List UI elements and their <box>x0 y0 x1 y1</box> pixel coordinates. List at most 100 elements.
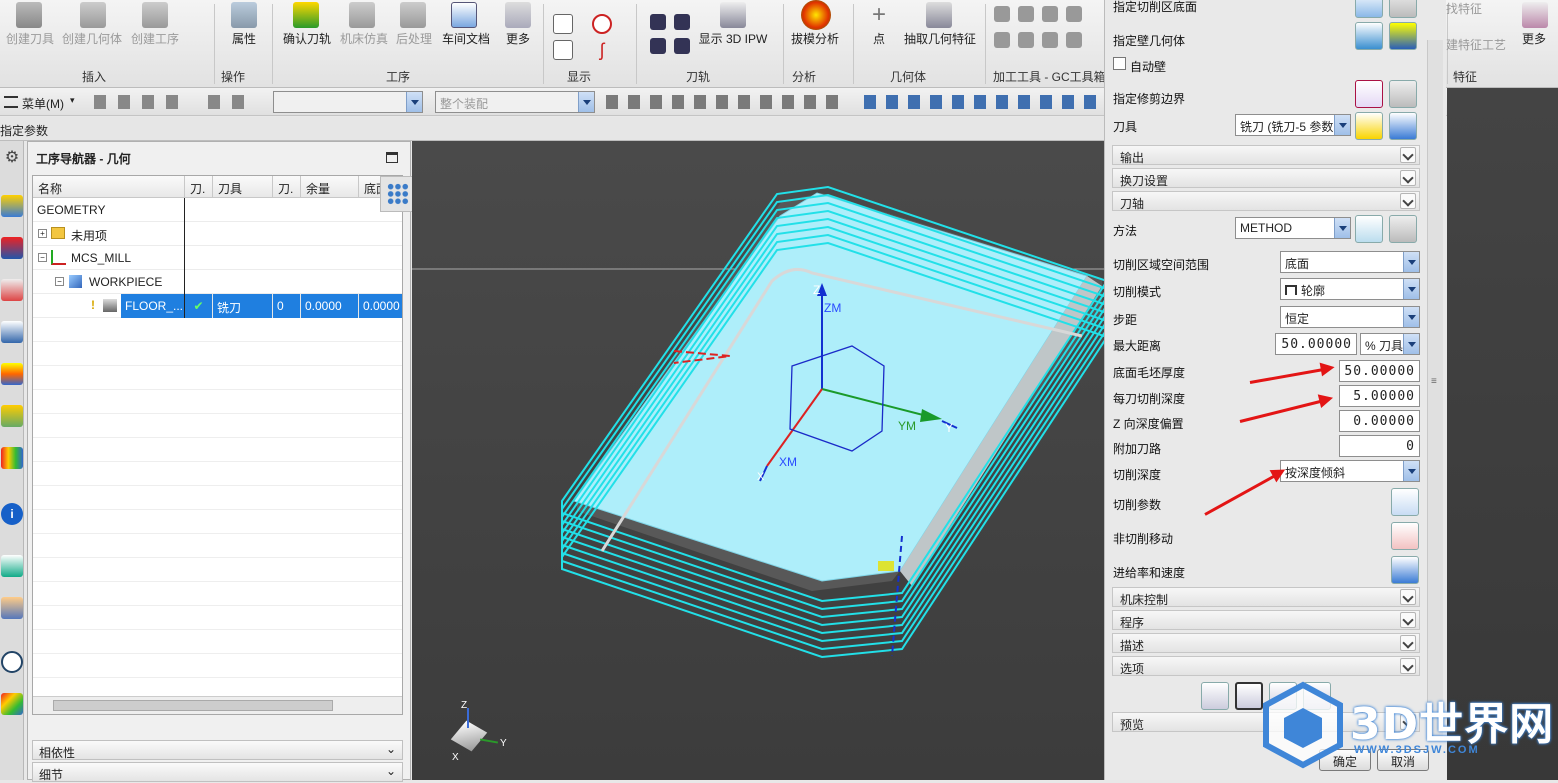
point-button[interactable]: 点 <box>866 32 892 46</box>
non-cut-moves-button[interactable] <box>1391 522 1419 550</box>
specify-trim-boundary-button[interactable] <box>1355 80 1383 108</box>
expand-icon[interactable]: + <box>38 229 47 238</box>
shop-doc-button[interactable]: 车间文档 <box>438 32 494 46</box>
section-tool-change[interactable]: 换刀设置 <box>1112 168 1420 188</box>
process-icon[interactable] <box>1 321 23 343</box>
table-row[interactable]: GEOMETRY <box>33 198 402 222</box>
draft-analysis-icon[interactable] <box>801 0 831 30</box>
tool-library-icon[interactable] <box>1 279 23 301</box>
gc-tool-icon-7[interactable] <box>1042 32 1058 48</box>
assembly-icon[interactable] <box>1 405 23 427</box>
create-tool-button[interactable]: 创建刀具 <box>4 32 56 46</box>
menu-button[interactable]: 菜单(M) <box>22 95 64 112</box>
toolbar-icon-group-4[interactable] <box>864 95 1104 109</box>
max-distance-input[interactable]: 50.00000 <box>1275 333 1357 355</box>
properties-icon[interactable] <box>231 2 257 28</box>
confirm-path-icon[interactable] <box>293 2 319 28</box>
flashlight-icon[interactable] <box>1389 80 1417 108</box>
extract-geometry-button[interactable]: 抽取几何特征 <box>900 32 980 46</box>
maximize-icon[interactable] <box>386 152 398 163</box>
gc-tool-icon-6[interactable] <box>1018 32 1034 48</box>
model-view[interactable] <box>412 141 1112 780</box>
display-icon-4[interactable]: ʃ <box>592 40 612 60</box>
max-distance-unit-select[interactable]: % 刀具 <box>1360 333 1420 355</box>
palette-icon[interactable] <box>1 447 23 469</box>
table-row[interactable]: − WORKPIECE <box>33 270 402 294</box>
scroll-thumb[interactable] <box>53 700 333 711</box>
show-3d-ipw-icon[interactable] <box>720 2 746 28</box>
collapse-icon[interactable]: − <box>38 253 47 262</box>
more-button[interactable]: 更多 <box>500 32 536 46</box>
display-icon-3[interactable] <box>592 14 612 34</box>
generate-button[interactable] <box>1201 682 1229 710</box>
cut-depth-select[interactable]: 按深度倾斜 <box>1280 460 1420 482</box>
tool-select[interactable]: 铣刀 (铣刀-5 参数 <box>1235 114 1351 136</box>
gc-tool-icon-1[interactable] <box>994 6 1010 22</box>
column-header-tool-check[interactable]: 刀. <box>185 176 213 198</box>
more-icon[interactable] <box>505 2 531 28</box>
section-program[interactable]: 程序 <box>1112 610 1420 630</box>
confirm-path-button[interactable]: 确认刀轨 <box>280 32 334 46</box>
gc-tool-icon-8[interactable] <box>1066 32 1082 48</box>
more-2-button[interactable]: 更多 <box>1516 32 1552 46</box>
menu-dropdown-icon[interactable]: ▾ <box>70 95 75 106</box>
extra-passes-input[interactable]: 0 <box>1339 435 1420 457</box>
toolpath-icon-4[interactable] <box>674 38 690 54</box>
machine-sim-icon[interactable] <box>349 2 375 28</box>
cut-pattern-select[interactable]: 轮廓 <box>1280 278 1420 300</box>
panel-scrollbar[interactable]: ≡ <box>1427 40 1443 740</box>
stepover-select[interactable]: 恒定 <box>1280 306 1420 328</box>
post-process-button[interactable]: 后处理 <box>393 32 435 46</box>
shop-doc-icon[interactable] <box>451 2 477 28</box>
handshake-icon[interactable] <box>1 597 23 619</box>
edit-tool-button[interactable] <box>1355 112 1383 140</box>
draft-analysis-button[interactable]: 拔模分析 <box>788 32 842 46</box>
clock-icon[interactable] <box>1 651 23 673</box>
display-icon-2[interactable] <box>553 40 573 60</box>
create-operation-button[interactable]: 创建工序 <box>128 32 182 46</box>
collapse-icon[interactable]: − <box>55 277 64 286</box>
wrench-icon[interactable] <box>1389 215 1417 243</box>
document-icon[interactable] <box>1 555 23 577</box>
depth-per-cut-input[interactable]: 5.00000 <box>1339 385 1420 407</box>
details-section[interactable]: 细节 ⌄ <box>32 762 403 782</box>
toolbar-icon-group-1[interactable] <box>94 95 186 109</box>
type-filter-select[interactable] <box>273 91 423 113</box>
feature-process-button[interactable]: 建特征工艺 <box>1446 38 1506 52</box>
edit-method-button[interactable] <box>1355 215 1383 243</box>
operation-navigator-icon[interactable] <box>1 195 23 217</box>
cut-params-button[interactable] <box>1391 488 1419 516</box>
grid-view-icon[interactable] <box>380 176 414 212</box>
section-description[interactable]: 描述 <box>1112 633 1420 653</box>
toolbar-icon-group-2[interactable] <box>208 95 248 109</box>
assembly-scope-select[interactable]: 整个装配 <box>435 91 595 113</box>
gear-icon[interactable]: ⚙ <box>1 147 23 169</box>
point-icon[interactable]: + <box>866 2 892 28</box>
column-header-tool[interactable]: 刀具 <box>213 176 273 198</box>
toolpath-icon-3[interactable] <box>650 38 666 54</box>
cut-region-select[interactable]: 底面 <box>1280 251 1420 273</box>
dependency-section[interactable]: 相依性 ⌄ <box>32 740 403 760</box>
column-header-stock[interactable]: 余量 <box>301 176 359 198</box>
z-offset-input[interactable]: 0.00000 <box>1339 410 1420 432</box>
post-process-icon[interactable] <box>400 2 426 28</box>
column-header-name[interactable]: 名称 <box>33 176 185 198</box>
find-feature-button[interactable]: 找特征 <box>1446 2 1482 16</box>
gc-tool-icon-3[interactable] <box>1042 6 1058 22</box>
flashlight-icon[interactable] <box>1389 22 1417 50</box>
method-select[interactable]: METHOD <box>1235 217 1351 239</box>
toolpath-icon-2[interactable] <box>674 14 690 30</box>
extract-geometry-icon[interactable] <box>926 2 952 28</box>
column-header-tool-num[interactable]: 刀. <box>273 176 301 198</box>
info-icon[interactable]: i <box>1 503 23 525</box>
table-row-selected[interactable]: ! FLOOR_... ✔ 铣刀 0 0.0000 0.0000 <box>33 294 402 318</box>
create-geometry-button[interactable]: 创建几何体 <box>60 32 124 46</box>
auto-wall-checkbox[interactable] <box>1113 57 1126 70</box>
machine-tool-icon[interactable] <box>1 237 23 259</box>
create-tool-icon[interactable] <box>16 2 42 28</box>
table-row[interactable]: + 未用项 <box>33 222 402 246</box>
specify-wall-geometry-button[interactable] <box>1355 22 1383 50</box>
toolpath-icon-1[interactable] <box>650 14 666 30</box>
gc-tool-icon-2[interactable] <box>1018 6 1034 22</box>
graphics-viewport[interactable]: Z ZM YM Y XM X Z Y X <box>412 141 1112 780</box>
